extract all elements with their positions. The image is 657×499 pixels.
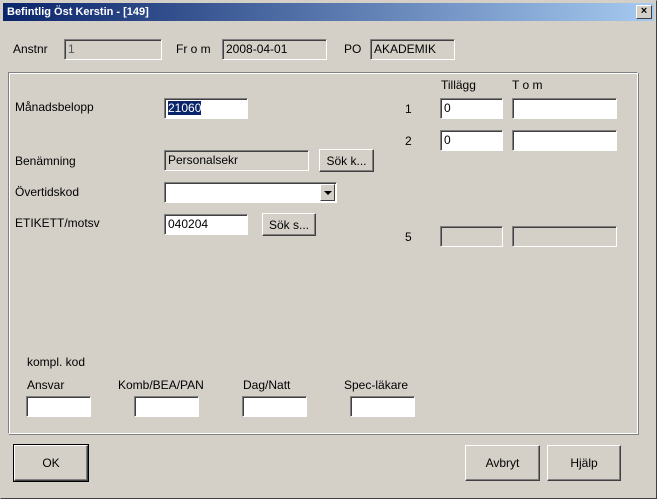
close-icon: × (640, 5, 648, 17)
dialog-window: Befintlig Öst Kerstin - [149] × Anstnr 1… (0, 0, 657, 499)
sok-k-button[interactable]: Sök k... (319, 149, 374, 172)
tom-column-header: T o m (512, 78, 543, 92)
title-bar[interactable]: Befintlig Öst Kerstin - [149] × (3, 3, 654, 21)
tillagg-column-header: Tillägg (441, 78, 476, 92)
main-groupbox (8, 72, 638, 434)
ok-button[interactable]: OK (13, 444, 89, 482)
etikett-field[interactable]: 040204 (164, 214, 248, 235)
hjalp-button[interactable]: Hjälp (547, 445, 621, 481)
ansvar-field[interactable] (26, 396, 91, 417)
kompl-kod-heading: kompl. kod (27, 355, 86, 369)
tillagg-field-5[interactable] (440, 226, 503, 247)
tillagg-row-number: 2 (405, 134, 412, 148)
overtidskod-label: Övertidskod (15, 185, 80, 199)
close-button[interactable]: × (636, 5, 652, 19)
benamning-label: Benämning (15, 154, 76, 168)
komb-label: Komb/BEA/PAN (118, 378, 204, 392)
benamning-field[interactable]: Personalsekr (164, 150, 309, 171)
po-label: PO (344, 42, 362, 56)
spec-lakare-label: Spec-läkare (344, 378, 409, 392)
spec-lakare-field[interactable] (350, 396, 415, 417)
tom-field-5[interactable] (512, 226, 617, 247)
tillagg-field-1[interactable]: 0 (440, 98, 503, 119)
ansvar-label: Ansvar (27, 378, 65, 392)
chevron-down-icon[interactable] (320, 184, 335, 201)
manadsbelopp-value: 21060 (168, 101, 202, 115)
anstnr-field[interactable]: 1 (64, 39, 162, 60)
tom-field-2[interactable] (512, 130, 617, 151)
sok-s-button[interactable]: Sök s... (262, 213, 316, 236)
manadsbelopp-label: Månadsbelopp (15, 100, 94, 114)
window-title: Befintlig Öst Kerstin - [149] (7, 6, 149, 18)
from-date-field[interactable]: 2008-04-01 (222, 39, 327, 60)
overtidskod-select[interactable] (164, 182, 337, 203)
komb-field[interactable] (134, 396, 199, 417)
po-field[interactable]: AKADEMIK (370, 39, 455, 60)
dag-natt-label: Dag/Natt (243, 378, 291, 392)
avbryt-button[interactable]: Avbryt (465, 445, 540, 481)
tillagg-row-number: 1 (405, 102, 412, 116)
etikett-label: ETIKETT/motsv (15, 216, 100, 230)
dag-natt-field[interactable] (242, 396, 307, 417)
manadsbelopp-field[interactable]: 21060 (164, 98, 248, 119)
tillagg-row-number: 5 (405, 230, 412, 244)
tom-field-1[interactable] (512, 98, 617, 119)
from-label: Fr o m (176, 42, 211, 56)
anstnr-label: Anstnr (13, 42, 48, 56)
tillagg-field-2[interactable]: 0 (440, 130, 503, 151)
